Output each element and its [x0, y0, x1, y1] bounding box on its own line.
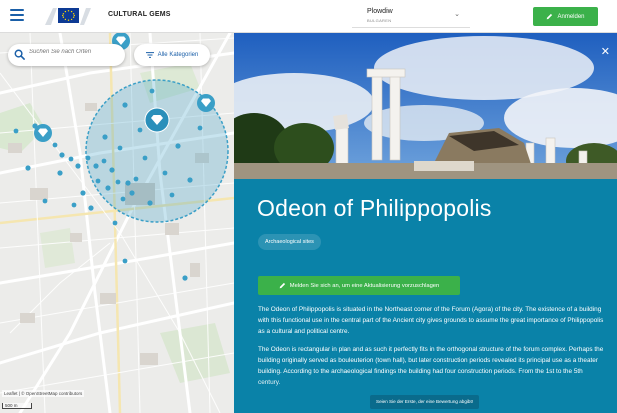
suggest-update-button[interactable]: Melden Sie sich an, um eine Aktualisieru… [258, 276, 460, 295]
login-label: Anmelden [557, 13, 585, 20]
app-title: CULTURAL GEMS [108, 11, 171, 18]
search-bar[interactable] [8, 44, 125, 66]
pencil-icon [279, 282, 285, 289]
search-icon [14, 49, 25, 60]
city-name: Plowdiw [367, 8, 393, 15]
place-title: Odeon of Philippopolis [257, 195, 492, 221]
map-attribution[interactable]: Leaflet | © OpenStreetMap contributors [2, 390, 85, 397]
chevron-down-icon: ⌄ [454, 11, 460, 18]
filter-icon [145, 52, 154, 58]
city-selector[interactable]: Plowdiw BULGAREN ⌄ [352, 5, 470, 28]
suggest-update-label: Melden Sie sich an, um eine Aktualisieru… [289, 282, 440, 289]
map-tiles [0, 33, 234, 413]
pencil-icon [547, 13, 553, 20]
top-bar: CULTURAL GEMS Plowdiw BULGAREN ⌄ Anmelde… [0, 0, 617, 33]
close-icon[interactable]: ✕ [601, 47, 610, 58]
hero-photo [234, 33, 617, 179]
category-filter-button[interactable]: Alle Kategorien [134, 44, 210, 66]
category-filter-label: Alle Kategorien [157, 52, 199, 58]
map-scale: 500 m [2, 403, 32, 409]
description-paragraph: The Odeon of Philippopolis is situated i… [258, 306, 604, 336]
category-tag[interactable]: Archaeological sites [258, 234, 321, 250]
rating-prompt[interactable]: Seien Sie der Erste, der eine Bewertung … [370, 395, 480, 409]
login-button[interactable]: Anmelden [533, 7, 598, 26]
map-view[interactable]: Alle Kategorien Leaflet | © OpenStreetMa… [0, 33, 234, 413]
detail-panel: ✕ Odeon of Philippopolis Archaeological … [234, 33, 617, 413]
eu-flag-logo [45, 8, 91, 25]
hamburger-icon[interactable] [10, 9, 24, 21]
search-input[interactable] [29, 49, 119, 55]
city-country: BULGAREN [367, 18, 392, 23]
